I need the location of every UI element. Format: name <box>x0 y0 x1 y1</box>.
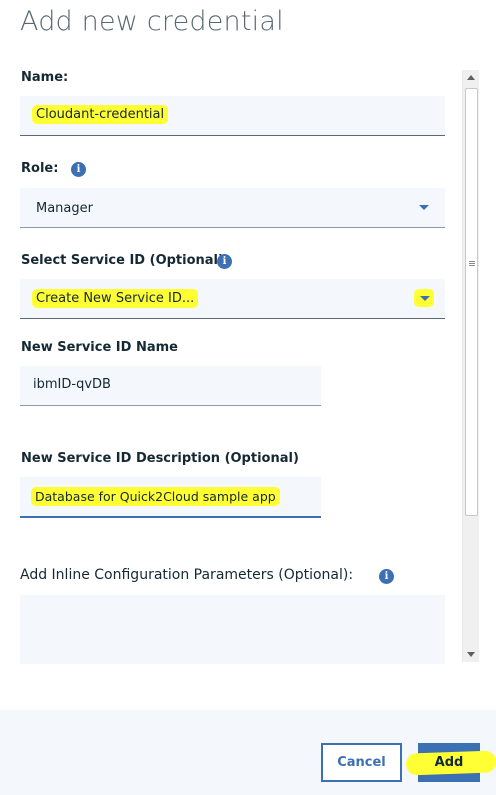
scroll-down-icon[interactable] <box>467 652 475 657</box>
service-id-info-icon[interactable]: i <box>217 254 232 269</box>
service-id-value: Create New Service ID... <box>32 289 199 308</box>
name-field[interactable]: Cloudant-credential <box>20 96 445 136</box>
new-service-id-desc-value: Database for Quick2Cloud sample app <box>31 487 280 506</box>
chevron-down-icon <box>419 205 429 210</box>
scroll-up-icon[interactable] <box>467 75 475 80</box>
new-service-id-desc-field[interactable]: Database for Quick2Cloud sample app <box>20 477 321 518</box>
service-id-label: Select Service ID (Optional) <box>21 253 224 268</box>
form-scroll-area[interactable]: Name: Cloudant-credential Role: i Manage… <box>0 66 496 664</box>
cancel-button[interactable]: Cancel <box>321 743 402 782</box>
role-info-icon[interactable]: i <box>71 162 86 177</box>
new-service-id-name-field[interactable]: ibmID-qvDB <box>20 366 321 406</box>
role-value: Manager <box>36 201 93 216</box>
scrollbar[interactable] <box>462 70 479 662</box>
role-label: Role: <box>21 161 59 176</box>
new-service-id-desc-label: New Service ID Description (Optional) <box>21 451 299 466</box>
new-service-id-name-label: New Service ID Name <box>21 340 178 355</box>
add-button-label[interactable]: Add <box>418 743 480 782</box>
dialog-title: Add new credential <box>20 6 284 37</box>
name-label: Name: <box>21 70 69 85</box>
name-value: Cloudant-credential <box>32 105 169 124</box>
scrollbar-thumb[interactable] <box>465 88 478 516</box>
service-id-dropdown[interactable]: Create New Service ID... <box>20 279 445 319</box>
role-dropdown[interactable]: Manager <box>20 188 445 228</box>
inline-params-textarea[interactable] <box>20 595 445 664</box>
chevron-down-icon <box>420 296 430 301</box>
new-service-id-name-value: ibmID-qvDB <box>33 377 111 392</box>
inline-params-label: Add Inline Configuration Parameters (Opt… <box>20 567 354 583</box>
inline-params-info-icon[interactable]: i <box>379 569 394 584</box>
